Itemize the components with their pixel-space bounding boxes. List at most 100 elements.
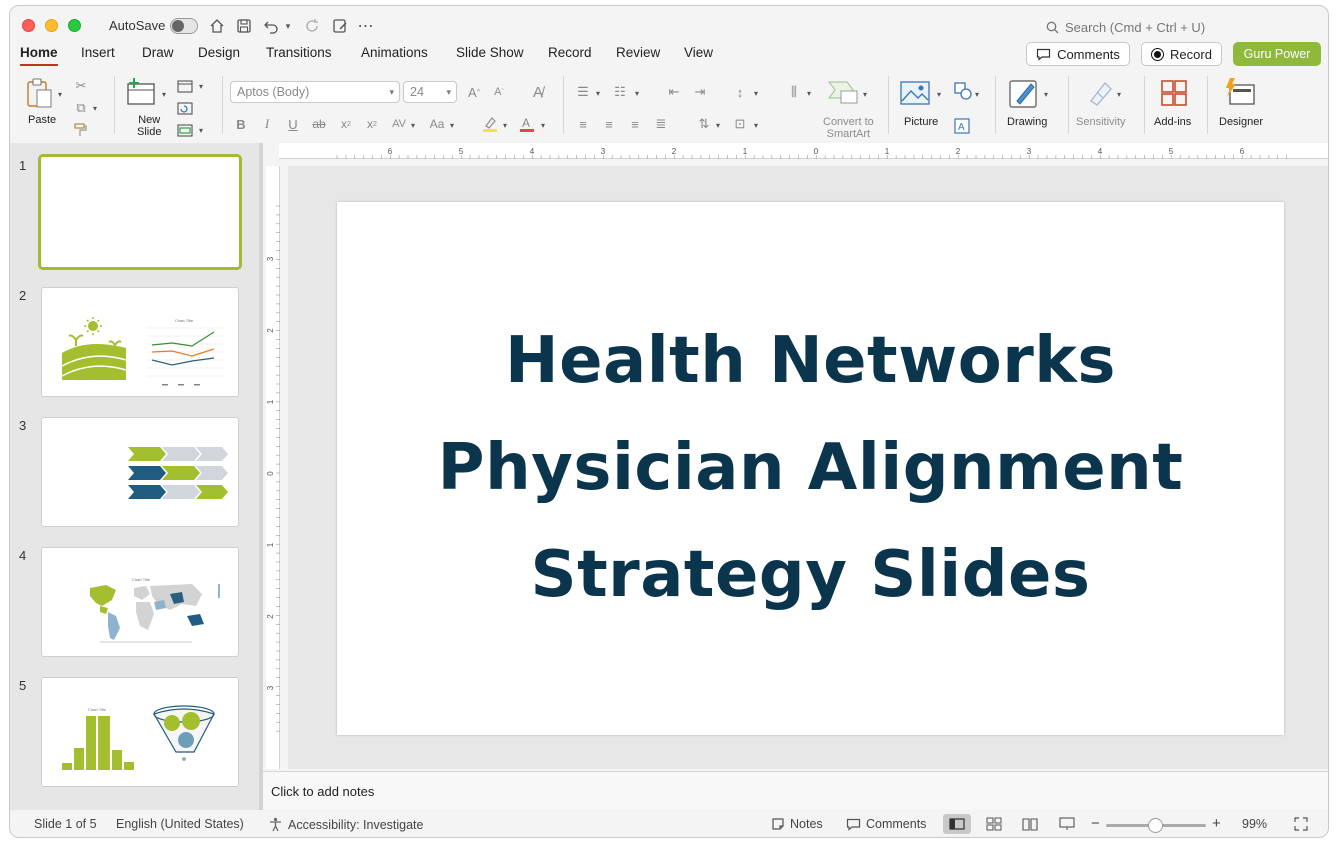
- clear-formatting-icon[interactable]: A̸: [528, 83, 548, 101]
- font-name-select[interactable]: Aptos (Body) ▾: [230, 81, 400, 103]
- language-indicator[interactable]: English (United States): [116, 817, 244, 831]
- character-spacing-icon[interactable]: AV: [388, 115, 410, 133]
- autosave-toggle[interactable]: [170, 18, 198, 34]
- tab-animations[interactable]: Animations: [361, 45, 428, 60]
- section-icon[interactable]: [176, 122, 194, 138]
- drawing-dropdown-icon[interactable]: ▾: [1044, 90, 1048, 99]
- tab-record[interactable]: Record: [548, 45, 592, 60]
- drawing-icon[interactable]: [1008, 76, 1040, 110]
- subscript-icon[interactable]: x2: [363, 115, 381, 133]
- bold-icon[interactable]: B: [232, 115, 250, 133]
- superscript-icon[interactable]: x2: [337, 115, 355, 133]
- text-direction-dropdown-icon[interactable]: ▾: [716, 121, 720, 130]
- align-left-icon[interactable]: ≡: [573, 115, 593, 133]
- line-spacing-dropdown-icon[interactable]: ▾: [754, 89, 758, 98]
- smartart-icon[interactable]: [826, 79, 860, 105]
- maximize-window-button[interactable]: [68, 19, 81, 32]
- tab-design[interactable]: Design: [198, 45, 240, 60]
- zoom-out-button[interactable]: −: [1091, 815, 1100, 832]
- change-case-dropdown-icon[interactable]: ▾: [450, 121, 454, 130]
- panel-splitter[interactable]: [259, 143, 263, 810]
- picture-icon[interactable]: [900, 80, 930, 106]
- shapes-icon[interactable]: [952, 80, 974, 102]
- slide-title[interactable]: Health Networks Physician Alignment Stra…: [438, 308, 1184, 629]
- bullets-icon[interactable]: ☰: [573, 83, 593, 101]
- columns-dropdown-icon[interactable]: ▾: [807, 89, 811, 98]
- align-center-icon[interactable]: ≡: [599, 115, 619, 133]
- slide-thumbnail-2[interactable]: Chart Title: [41, 287, 239, 397]
- format-painter-icon[interactable]: [72, 121, 90, 139]
- bullets-dropdown-icon[interactable]: ▾: [596, 89, 600, 98]
- zoom-level[interactable]: 99%: [1242, 817, 1267, 831]
- slide-show-button[interactable]: [1053, 814, 1081, 834]
- comments-toggle[interactable]: Comments: [846, 817, 926, 831]
- tab-home[interactable]: Home: [20, 45, 58, 66]
- search-box[interactable]: Search (Cmd + Ctrl + U): [1046, 17, 1205, 37]
- designer-icon[interactable]: [1223, 76, 1257, 108]
- numbering-icon[interactable]: ☷: [610, 83, 630, 101]
- reset-icon[interactable]: [176, 100, 194, 116]
- highlight-icon[interactable]: [480, 114, 500, 134]
- slide-thumbnail-3[interactable]: [41, 417, 239, 527]
- align-right-icon[interactable]: ≡: [625, 115, 645, 133]
- underline-icon[interactable]: U: [284, 115, 302, 133]
- more-icon[interactable]: ⋯: [356, 16, 376, 36]
- normal-view-button[interactable]: [943, 814, 971, 834]
- strikethrough-icon[interactable]: ab: [310, 115, 328, 133]
- tab-insert[interactable]: Insert: [81, 45, 115, 60]
- accessibility-status[interactable]: Accessibility: Investigate: [268, 817, 423, 832]
- line-spacing-icon[interactable]: ↕: [730, 83, 750, 101]
- slide-thumbnail-1[interactable]: [38, 154, 242, 270]
- new-slide-icon[interactable]: [125, 76, 157, 108]
- font-color-dropdown-icon[interactable]: ▾: [541, 121, 545, 130]
- fit-to-window-button[interactable]: [1287, 814, 1315, 834]
- columns-icon[interactable]: ⫼: [784, 83, 804, 101]
- undo-dropdown-icon[interactable]: ▾: [281, 16, 295, 36]
- font-color-icon[interactable]: A: [517, 114, 537, 134]
- font-size-select[interactable]: 24 ▾: [403, 81, 457, 103]
- paste-dropdown-icon[interactable]: ▾: [58, 90, 62, 99]
- redo-icon[interactable]: [302, 16, 322, 36]
- increase-indent-icon[interactable]: ⇥: [690, 83, 710, 101]
- sensitivity-icon[interactable]: [1084, 78, 1114, 108]
- decrease-indent-icon[interactable]: ⇤: [664, 83, 684, 101]
- minimize-window-button[interactable]: [45, 19, 58, 32]
- justify-icon[interactable]: ≣: [651, 115, 671, 133]
- align-text-icon[interactable]: ⊡: [730, 115, 750, 133]
- current-slide[interactable]: Health Networks Physician Alignment Stra…: [337, 202, 1284, 735]
- tab-transitions[interactable]: Transitions: [266, 45, 332, 60]
- change-case-icon[interactable]: Aa: [426, 115, 448, 133]
- record-button[interactable]: Record: [1141, 42, 1222, 66]
- tab-view[interactable]: View: [684, 45, 713, 60]
- picture-dropdown-icon[interactable]: ▾: [937, 90, 941, 99]
- copy-icon[interactable]: ⧉: [72, 99, 90, 117]
- sensitivity-dropdown-icon[interactable]: ▾: [1117, 90, 1121, 99]
- layout-icon[interactable]: [176, 78, 194, 94]
- zoom-slider-handle[interactable]: [1148, 818, 1163, 833]
- numbering-dropdown-icon[interactable]: ▾: [635, 89, 639, 98]
- highlight-dropdown-icon[interactable]: ▾: [503, 121, 507, 130]
- close-window-button[interactable]: [22, 19, 35, 32]
- save-icon[interactable]: [234, 16, 254, 36]
- notes-pane[interactable]: Click to add notes: [263, 771, 1328, 809]
- decrease-font-icon[interactable]: Aˇ: [490, 83, 508, 101]
- notes-toggle[interactable]: Notes: [771, 817, 823, 831]
- reading-view-button[interactable]: [1016, 814, 1044, 834]
- home-icon[interactable]: [207, 16, 227, 36]
- layout-dropdown-icon[interactable]: ▾: [199, 82, 203, 91]
- slide-sorter-button[interactable]: [980, 814, 1008, 834]
- text-direction-icon[interactable]: ⇅: [694, 115, 714, 133]
- section-dropdown-icon[interactable]: ▾: [199, 126, 203, 135]
- zoom-in-button[interactable]: +: [1212, 815, 1221, 832]
- guru-power-button[interactable]: Guru Power: [1233, 42, 1321, 66]
- textbox-icon[interactable]: A: [952, 116, 972, 136]
- cut-icon[interactable]: ✂: [72, 77, 90, 95]
- slide-thumbnail-4[interactable]: Chart Title: [41, 547, 239, 657]
- tab-draw[interactable]: Draw: [142, 45, 174, 60]
- align-text-dropdown-icon[interactable]: ▾: [754, 121, 758, 130]
- smartart-dropdown-icon[interactable]: ▾: [863, 90, 867, 99]
- customize-icon[interactable]: [330, 16, 350, 36]
- increase-font-icon[interactable]: A ^: [465, 83, 483, 101]
- comments-button[interactable]: Comments: [1026, 42, 1130, 66]
- copy-dropdown-icon[interactable]: ▾: [93, 104, 97, 113]
